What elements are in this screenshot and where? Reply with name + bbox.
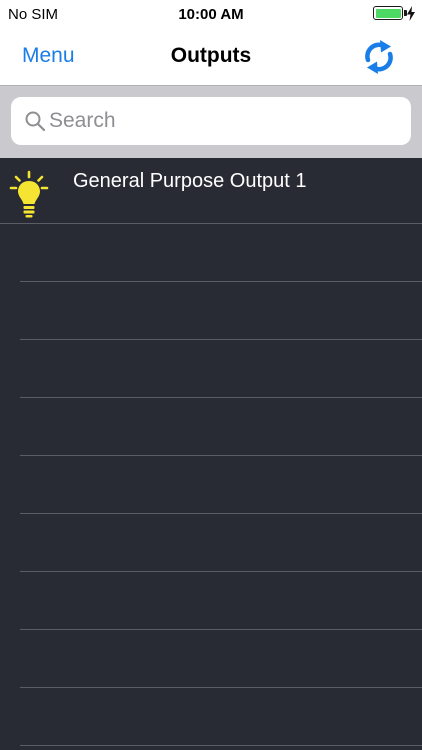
empty-row — [20, 630, 422, 688]
page-title: Outputs — [170, 44, 252, 67]
navigation-bar: Menu Outputs — [0, 28, 422, 86]
search-field[interactable] — [11, 97, 411, 145]
empty-row — [20, 572, 422, 630]
empty-row — [20, 340, 422, 398]
status-bar: No SIM 10:00 AM — [0, 0, 422, 28]
empty-row — [20, 224, 422, 282]
outputs-list: General Purpose Output 1 — [0, 158, 422, 750]
charging-bolt-icon — [407, 6, 415, 21]
search-input[interactable] — [49, 97, 399, 145]
list-item[interactable]: General Purpose Output 1 — [0, 158, 422, 224]
empty-row — [20, 456, 422, 514]
output-name: General Purpose Output 1 — [73, 170, 307, 192]
empty-row — [20, 688, 422, 746]
search-bar — [0, 86, 422, 158]
empty-row — [20, 282, 422, 340]
empty-row — [20, 398, 422, 456]
empty-row — [20, 514, 422, 572]
clock: 10:00 AM — [178, 6, 244, 23]
battery-icon — [373, 6, 407, 20]
lightbulb-icon — [9, 170, 49, 218]
battery-level — [375, 8, 401, 18]
refresh-icon[interactable] — [360, 38, 398, 76]
search-icon — [25, 111, 46, 132]
